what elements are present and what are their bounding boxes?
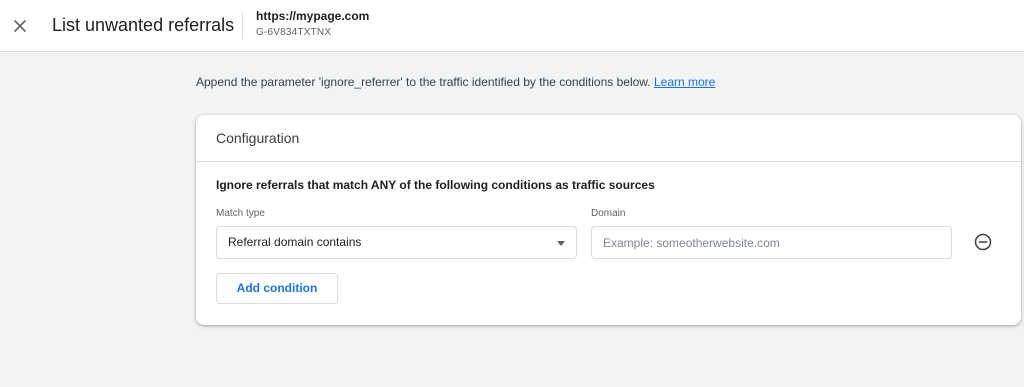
top-bar: List unwanted referrals https://mypage.c…	[0, 0, 1024, 52]
match-type-select[interactable]: Referral domain contains	[216, 226, 577, 259]
remove-circle-icon[interactable]	[974, 233, 992, 251]
learn-more-link[interactable]: Learn more	[654, 75, 715, 89]
page-title: List unwanted referrals	[52, 15, 235, 35]
rule-description: Ignore referrals that match ANY of the f…	[216, 178, 655, 192]
add-condition-button[interactable]: Add condition	[216, 273, 338, 304]
card-title: Configuration	[196, 115, 1021, 162]
domain-label: Domain	[591, 208, 626, 219]
title-divider	[242, 13, 243, 39]
intro-description: Append the parameter 'ignore_referrer' t…	[196, 75, 651, 89]
match-type-label: Match type	[216, 208, 265, 219]
configuration-card: Configuration Ignore referrals that matc…	[196, 115, 1021, 325]
close-icon[interactable]	[10, 16, 30, 36]
dropdown-caret-icon	[557, 241, 565, 246]
domain-input[interactable]	[591, 226, 952, 259]
intro-text: Append the parameter 'ignore_referrer' t…	[196, 75, 715, 89]
property-id: G-6V834TXTNX	[256, 27, 332, 38]
match-type-value: Referral domain contains	[228, 235, 362, 249]
property-info: https://mypage.com G-6V834TXTNX	[256, 9, 369, 40]
property-name: https://mypage.com	[256, 9, 370, 23]
